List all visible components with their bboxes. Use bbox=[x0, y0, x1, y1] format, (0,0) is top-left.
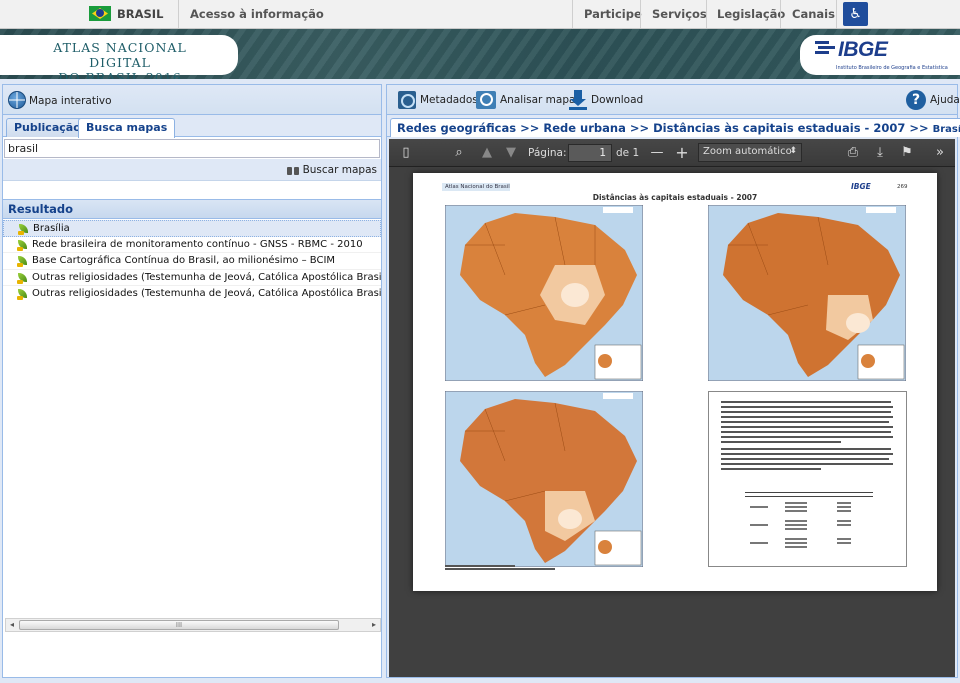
leaf-map-icon bbox=[18, 223, 30, 235]
doc-text-box bbox=[708, 391, 907, 567]
page-count: de 1 bbox=[616, 147, 640, 159]
pdf-page: Atlas Nacional do Brasil IBGE 269 Distân… bbox=[413, 173, 937, 591]
pdf-viewer: ▯ ⌕ ▲ ▼ Página: de 1 — + Zoom automático… bbox=[389, 139, 955, 677]
tools-menu-icon[interactable]: » bbox=[931, 144, 949, 162]
binoculars-icon bbox=[286, 165, 299, 175]
acesso-informacao-link[interactable]: Acesso à informação bbox=[190, 7, 324, 21]
list-item[interactable]: Brasília bbox=[3, 220, 381, 237]
scroll-right-icon[interactable]: ▸ bbox=[368, 619, 380, 631]
separator bbox=[640, 0, 641, 28]
leaf-map-icon bbox=[17, 239, 29, 251]
bookmark-icon[interactable]: ⚑ bbox=[898, 144, 916, 162]
download-button[interactable]: Download bbox=[569, 89, 643, 111]
brasil-link[interactable]: BRASIL bbox=[117, 7, 163, 21]
separator bbox=[178, 0, 179, 28]
globe-icon[interactable] bbox=[8, 91, 26, 109]
result-header: Resultado bbox=[3, 199, 381, 219]
search-button-row: Buscar mapas bbox=[3, 159, 381, 181]
atlas-title-box[interactable]: ATLAS NACIONAL DIGITAL DO BRASIL 2016 bbox=[0, 35, 238, 79]
nav-participe[interactable]: Participe bbox=[584, 7, 642, 21]
ibge-subtitle: Instituto Brasileiro de Geografia e Esta… bbox=[836, 65, 948, 71]
breadcrumb[interactable]: Redes geográficas >> Rede urbana >> Dist… bbox=[390, 118, 960, 137]
gov-bar: BRASIL Acesso à informação Participe Ser… bbox=[0, 0, 960, 29]
leaf-map-icon bbox=[17, 255, 29, 268]
doc-page-number: 269 bbox=[897, 184, 908, 190]
header-banner: ATLAS NACIONAL DIGITAL DO BRASIL 2016 IB… bbox=[0, 29, 960, 79]
help-question-icon: ? bbox=[906, 90, 926, 110]
brazil-map-image bbox=[445, 205, 643, 381]
map-thumbnail bbox=[445, 205, 643, 381]
left-toolbar: Mapa interativo bbox=[3, 85, 381, 115]
metadata-globe-icon bbox=[398, 91, 416, 109]
list-item[interactable]: Base Cartográfica Contínua do Brasil, ao… bbox=[3, 253, 381, 270]
page-label: Página: bbox=[528, 147, 567, 159]
list-item[interactable]: Outras religiosidades (Testemunha de Jeo… bbox=[3, 270, 381, 287]
ibge-mark-icon bbox=[815, 41, 835, 57]
page-number-input[interactable] bbox=[568, 144, 612, 162]
search-input[interactable] bbox=[4, 139, 380, 158]
zoom-in-icon[interactable]: + bbox=[673, 144, 691, 162]
nav-legislacao[interactable]: Legislação bbox=[717, 7, 785, 21]
separator bbox=[706, 0, 707, 28]
ibge-logo: IBGE bbox=[838, 38, 888, 61]
search-icon[interactable]: ⌕ bbox=[450, 144, 468, 162]
scroll-thumb[interactable]: III bbox=[19, 620, 339, 630]
download-arrow-icon bbox=[569, 90, 587, 110]
doc-source-note bbox=[445, 565, 555, 571]
scroll-left-icon[interactable]: ◂ bbox=[6, 619, 18, 631]
separator bbox=[836, 0, 837, 28]
viewer-background bbox=[389, 599, 955, 677]
buscar-mapas-button[interactable]: Buscar mapas bbox=[286, 162, 377, 178]
previous-page-icon[interactable]: ▲ bbox=[478, 144, 496, 162]
brazil-flag-icon[interactable] bbox=[89, 6, 111, 21]
analisar-mapa-button[interactable]: Analisar mapa bbox=[476, 89, 575, 111]
analyze-map-icon bbox=[476, 91, 496, 109]
sidebar-toggle-icon[interactable]: ▯ bbox=[397, 144, 415, 162]
doc-header-tag: Atlas Nacional do Brasil bbox=[442, 183, 510, 191]
chevron-down-icon: ⬍ bbox=[789, 146, 797, 156]
doc-ibge-logo: IBGE bbox=[851, 182, 871, 191]
leaf-map-icon bbox=[17, 288, 29, 300]
map-thumbnail bbox=[708, 205, 906, 381]
nav-servicos[interactable]: Serviços bbox=[652, 7, 707, 21]
result-list: Brasília Rede brasileira de monitorament… bbox=[3, 220, 381, 300]
accessibility-icon[interactable]: ♿ bbox=[843, 2, 868, 26]
breadcrumb-strip: Redes geográficas >> Rede urbana >> Dist… bbox=[387, 115, 960, 137]
zoom-out-icon[interactable]: — bbox=[648, 144, 666, 162]
list-item[interactable]: Rede brasileira de monitoramento contínu… bbox=[3, 237, 381, 254]
pdf-toolbar: ▯ ⌕ ▲ ▼ Página: de 1 — + Zoom automático… bbox=[389, 139, 955, 167]
left-tabstrip: Publicação Busca mapas bbox=[3, 115, 381, 138]
separator bbox=[780, 0, 781, 28]
zoom-select[interactable]: Zoom automático ⬍ bbox=[698, 143, 802, 162]
doc-title: Distâncias às capitais estaduais - 2007 bbox=[592, 193, 758, 202]
next-page-icon[interactable]: ▼ bbox=[502, 144, 520, 162]
list-item[interactable]: Outras religiosidades (Testemunha de Jeo… bbox=[3, 286, 381, 300]
tab-busca-mapas[interactable]: Busca mapas bbox=[78, 118, 176, 138]
map-thumbnail bbox=[445, 391, 643, 567]
nav-canais[interactable]: Canais bbox=[792, 7, 835, 21]
save-icon[interactable]: ⤓ bbox=[871, 144, 889, 162]
print-icon[interactable]: ⎙ bbox=[844, 144, 862, 162]
horizontal-scrollbar[interactable]: ◂ III ▸ bbox=[5, 618, 381, 632]
tab-publicacao[interactable]: Publicação bbox=[6, 118, 89, 137]
metadados-button[interactable]: Metadados bbox=[398, 89, 478, 111]
mapa-interativo-button[interactable]: Mapa interativo bbox=[29, 95, 112, 107]
ajuda-button[interactable]: ? Ajuda bbox=[906, 89, 960, 111]
atlas-title: ATLAS NACIONAL DIGITAL DO BRASIL 2016 bbox=[53, 40, 187, 79]
left-panel: Mapa interativo Publicação Busca mapas B… bbox=[2, 84, 382, 678]
brazil-map-image bbox=[708, 205, 906, 381]
leaf-map-icon bbox=[17, 272, 29, 284]
separator bbox=[572, 0, 573, 28]
right-toolbar: Metadados Analisar mapa Download ? Ajuda bbox=[387, 85, 960, 115]
doc-table bbox=[745, 492, 873, 554]
right-panel: Metadados Analisar mapa Download ? Ajuda… bbox=[386, 84, 960, 678]
brazil-map-image bbox=[445, 391, 643, 567]
